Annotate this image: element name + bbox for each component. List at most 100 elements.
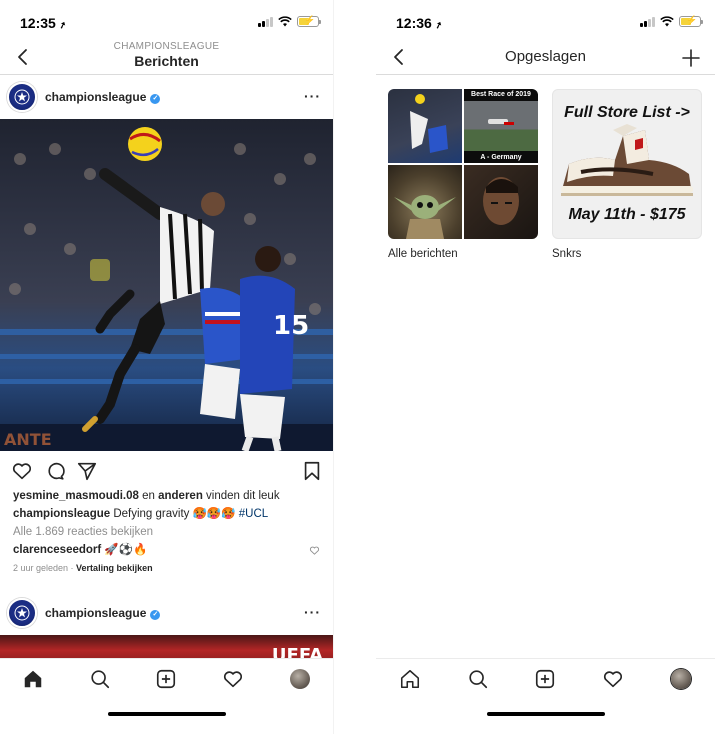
signal-icon xyxy=(640,16,655,27)
home-icon xyxy=(25,670,42,687)
tab-profile[interactable] xyxy=(289,668,311,690)
post-username[interactable]: championsleague ✓ xyxy=(45,90,161,104)
tab-search[interactable] xyxy=(467,668,489,690)
svg-text:15: 15 xyxy=(273,311,309,341)
status-time: 12:35➚ xyxy=(20,15,68,32)
profile-avatar xyxy=(671,668,692,689)
status-bar: 12:36➚ ⚡ xyxy=(376,0,715,44)
comment-user[interactable]: clarenceseedorf xyxy=(13,544,101,556)
cover-tile-f1: Best Race of 2019 A - Germany xyxy=(464,89,538,163)
caption-line: championsleague Defying gravity 🥵🥵🥵 #UCL xyxy=(13,505,320,523)
nav-titles: CHAMPIONSLEAGUE Berichten xyxy=(0,41,333,69)
cover-tile-yoda xyxy=(388,165,462,239)
germany-text: A - Germany xyxy=(480,154,522,161)
activity-icon xyxy=(604,670,623,687)
cover-tile-football xyxy=(388,89,462,163)
tab-search[interactable] xyxy=(89,668,111,690)
likes-others[interactable]: anderen xyxy=(158,490,203,502)
location-arrow-icon: ➚ xyxy=(57,19,68,32)
post-image: ANTE 15 xyxy=(0,119,333,451)
more-options-icon[interactable]: ··· xyxy=(304,604,321,620)
post-action-bar xyxy=(0,451,333,487)
hashtag-link[interactable]: #UCL xyxy=(239,508,268,520)
tab-home[interactable] xyxy=(399,668,421,690)
collection-label: Alle berichten xyxy=(388,248,458,260)
home-icon xyxy=(400,669,419,688)
tab-home[interactable] xyxy=(22,668,44,690)
comment-like-icon[interactable] xyxy=(309,545,320,556)
comment-text: 🚀⚽🔥 xyxy=(101,544,148,556)
profile-avatar xyxy=(289,668,310,689)
nav-header: CHAMPIONSLEAGUE Berichten xyxy=(0,41,333,75)
comment-icon[interactable] xyxy=(44,460,66,482)
cover-tile-portrait xyxy=(464,165,538,239)
view-comments-link[interactable]: Alle 1.869 reacties bekijken xyxy=(13,523,320,541)
signal-icon xyxy=(258,16,273,27)
status-icons: ⚡ xyxy=(258,15,321,27)
comment-row: clarenceseedorf 🚀⚽🔥 xyxy=(13,541,320,559)
battery-icon: ⚡ xyxy=(679,15,703,27)
collection-cover[interactable]: Full Store List -> May 11th - $175 xyxy=(552,89,702,239)
home-indicator[interactable] xyxy=(107,712,226,716)
wifi-icon xyxy=(660,16,674,27)
post-time: 2 uur geleden xyxy=(13,563,69,573)
post-header-2: championsleague ✓ ··· xyxy=(0,591,333,635)
ucl-logo-icon xyxy=(14,605,30,621)
search-icon xyxy=(91,669,109,688)
add-post-icon xyxy=(157,669,176,688)
post-username[interactable]: championsleague ✓ xyxy=(45,606,161,620)
tab-add-post[interactable] xyxy=(534,668,556,690)
svg-text:ANTE: ANTE xyxy=(4,430,52,449)
verified-badge-icon: ✓ xyxy=(150,94,161,104)
cover-release-text: May 11th - $175 xyxy=(568,206,686,223)
collections-grid: Best Race of 2019 A - Germany Alle beric… xyxy=(376,75,715,260)
more-options-icon[interactable]: ··· xyxy=(304,88,321,104)
collection-label: Snkrs xyxy=(552,248,582,260)
page-title: Berichten xyxy=(134,53,199,69)
nav-titles: Opgeslagen xyxy=(376,41,715,65)
wifi-icon xyxy=(278,16,292,27)
collection-all-posts[interactable]: Best Race of 2019 A - Germany Alle beric… xyxy=(388,89,538,260)
translate-link[interactable]: Vertaling bekijken xyxy=(76,563,153,573)
bottom-tab-bar xyxy=(376,658,715,698)
battery-icon: ⚡ xyxy=(297,15,321,27)
post-header: championsleague ✓ ··· xyxy=(0,75,333,119)
caption-user[interactable]: championsleague xyxy=(13,508,110,520)
post-meta: 2 uur geleden · Vertaling bekijken xyxy=(13,563,153,573)
tab-activity[interactable] xyxy=(602,668,624,690)
cover-mosaic: Best Race of 2019 A - Germany xyxy=(388,89,538,239)
home-indicator[interactable] xyxy=(486,712,605,716)
avatar[interactable] xyxy=(7,82,37,112)
page-title: Opgeslagen xyxy=(505,48,586,65)
like-heart-icon[interactable] xyxy=(11,460,33,482)
share-icon[interactable] xyxy=(76,460,98,482)
search-icon xyxy=(469,669,487,688)
likes-line: yesmine_masmoudi.08 en anderen vinden di… xyxy=(13,490,280,502)
tab-profile[interactable] xyxy=(670,668,692,690)
nav-header: Opgeslagen xyxy=(376,44,715,75)
status-icons: ⚡ xyxy=(640,15,703,27)
feed-screen: 12:35➚ ⚡ CHAMPIONSLEAGUE Berichten champ… xyxy=(0,0,334,734)
likes-user[interactable]: yesmine_masmoudi.08 xyxy=(13,490,139,502)
bookmark-icon[interactable] xyxy=(301,460,323,482)
tab-activity[interactable] xyxy=(222,668,244,690)
ucl-logo-icon xyxy=(14,89,30,105)
collection-snkrs[interactable]: Full Store List -> May 11th - $175 Snkrs xyxy=(552,89,702,260)
bottom-tab-bar xyxy=(0,658,333,698)
avatar[interactable] xyxy=(7,598,37,628)
saved-screen: 12:36➚ ⚡ Opgeslagen Best Race of 2019 A … xyxy=(376,0,715,734)
post-caption-block: yesmine_masmoudi.08 en anderen vinden di… xyxy=(0,487,333,577)
location-arrow-icon: ➚ xyxy=(433,19,444,32)
add-post-icon xyxy=(536,669,555,688)
clock-text: 12:35 xyxy=(20,15,56,31)
post-photo[interactable]: ANTE 15 xyxy=(0,119,333,451)
status-bar: 12:35➚ ⚡ xyxy=(0,0,333,44)
tab-add-post[interactable] xyxy=(155,668,177,690)
new-collection-plus-icon[interactable] xyxy=(681,48,701,68)
clock-text: 12:36 xyxy=(396,15,432,31)
activity-icon xyxy=(224,670,243,687)
collection-cover[interactable]: Best Race of 2019 A - Germany xyxy=(388,89,538,239)
nav-subtitle: CHAMPIONSLEAGUE xyxy=(113,41,220,52)
caption-text: Defying gravity 🥵🥵🥵 xyxy=(110,508,239,520)
status-time: 12:36➚ xyxy=(396,15,444,32)
